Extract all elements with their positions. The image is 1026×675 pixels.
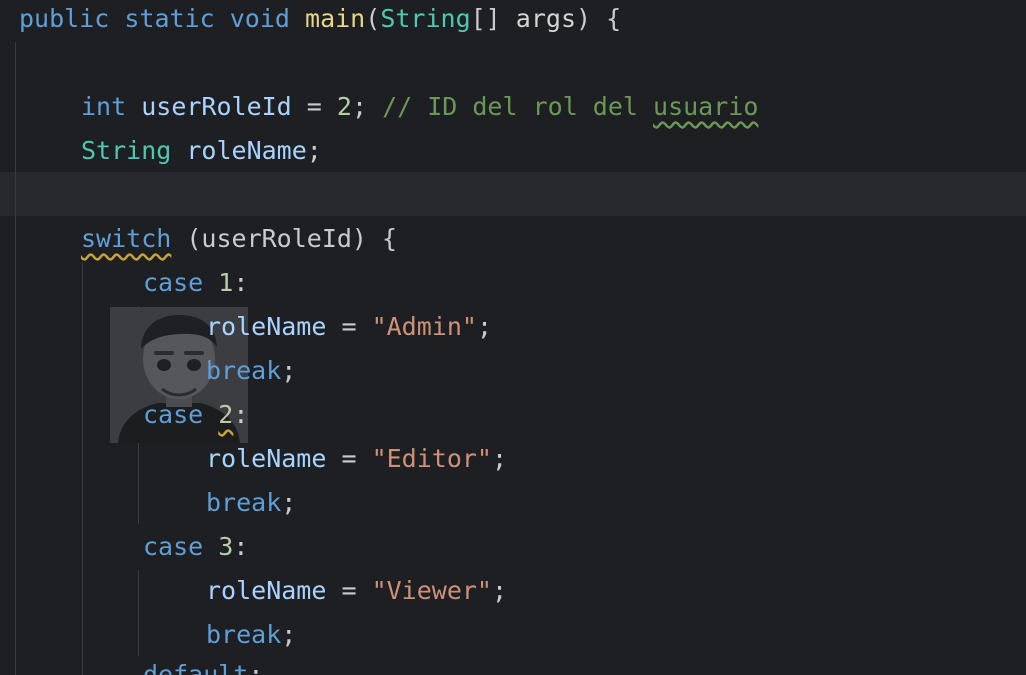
- keyword-break: break: [206, 488, 282, 517]
- semicolon: ;: [281, 620, 297, 649]
- code-line-assign-editor[interactable]: roleName = "Editor";: [206, 437, 507, 481]
- keyword-case: case: [143, 268, 204, 297]
- keyword-static: static: [124, 4, 215, 33]
- type-string: String: [380, 4, 471, 33]
- colon: :: [233, 268, 249, 297]
- colon: :: [248, 660, 264, 675]
- semicolon: ;: [476, 312, 492, 341]
- keyword-case: case: [143, 400, 204, 429]
- colon: :: [233, 532, 249, 561]
- indent-guide: [15, 42, 16, 675]
- variable-rolename: roleName: [206, 576, 327, 605]
- code-line-declare-rolename[interactable]: String roleName;: [81, 129, 322, 173]
- semicolon: ;: [281, 356, 297, 385]
- type-string: String: [81, 136, 172, 165]
- variable-userroleid: userRoleId: [141, 92, 292, 121]
- code-line-case-2[interactable]: case 2:: [143, 393, 248, 437]
- indent-guide: [138, 570, 139, 656]
- string-literal: "Admin": [371, 312, 477, 341]
- code-line-case-3[interactable]: case 3:: [143, 525, 248, 569]
- semicolon: ;: [492, 444, 508, 473]
- semicolon: ;: [492, 576, 508, 605]
- keyword-public: public: [19, 4, 110, 33]
- keyword-break: break: [206, 356, 282, 385]
- code-line-break[interactable]: break;: [206, 481, 296, 525]
- code-line-case-1[interactable]: case 1:: [143, 261, 248, 305]
- current-line-highlight: [0, 172, 1026, 216]
- assign-operator: =: [326, 312, 372, 341]
- code-line-break[interactable]: break;: [206, 613, 296, 657]
- assign-operator: =: [326, 444, 372, 473]
- switch-expression: (userRoleId) {: [171, 224, 398, 253]
- comment-text: // ID del rol del: [382, 92, 654, 121]
- string-literal: "Editor": [371, 444, 492, 473]
- assign-operator: =: [326, 576, 372, 605]
- colon: :: [233, 400, 249, 429]
- open-paren: (: [365, 4, 381, 33]
- method-name: main: [305, 4, 366, 33]
- semicolon: ;: [281, 488, 297, 517]
- variable-rolename: roleName: [186, 136, 307, 165]
- variable-rolename: roleName: [206, 444, 327, 473]
- code-line-default[interactable]: default:: [143, 653, 263, 675]
- case-number[interactable]: 2: [218, 400, 233, 429]
- string-literal: "Viewer": [371, 576, 492, 605]
- array-brackets: []: [470, 4, 501, 33]
- code-line-switch[interactable]: switch (userRoleId) {: [81, 217, 397, 261]
- keyword-switch[interactable]: switch: [81, 224, 171, 253]
- number-literal: 2: [336, 92, 352, 121]
- variable-rolename: roleName: [206, 312, 327, 341]
- keyword-case: case: [143, 532, 204, 561]
- case-number: 1: [218, 268, 234, 297]
- semicolon: ;: [306, 136, 322, 165]
- code-line-assign-viewer[interactable]: roleName = "Viewer";: [206, 569, 507, 613]
- indent-guide: [82, 262, 83, 675]
- comment-spellcheck-word[interactable]: usuario: [653, 92, 758, 121]
- keyword-int: int: [81, 92, 127, 121]
- semicolon: ;: [351, 92, 368, 121]
- indent-guide: [138, 438, 139, 524]
- keyword-break: break: [206, 620, 282, 649]
- code-editor[interactable]: public static void main(String[] args) {…: [0, 0, 1026, 675]
- close-paren-brace: ) {: [576, 4, 622, 33]
- case-number: 3: [218, 532, 234, 561]
- keyword-void: void: [229, 4, 290, 33]
- param-args: args: [515, 4, 577, 33]
- code-line-assign-admin[interactable]: roleName = "Admin";: [206, 305, 492, 349]
- keyword-default: default: [143, 660, 249, 675]
- code-line-method-signature[interactable]: public static void main(String[] args) {: [19, 0, 621, 41]
- code-line-break[interactable]: break;: [206, 349, 296, 393]
- assign-operator: =: [291, 92, 337, 121]
- code-line-declare-userroleid[interactable]: int userRoleId = 2; // ID del rol del us…: [81, 85, 758, 129]
